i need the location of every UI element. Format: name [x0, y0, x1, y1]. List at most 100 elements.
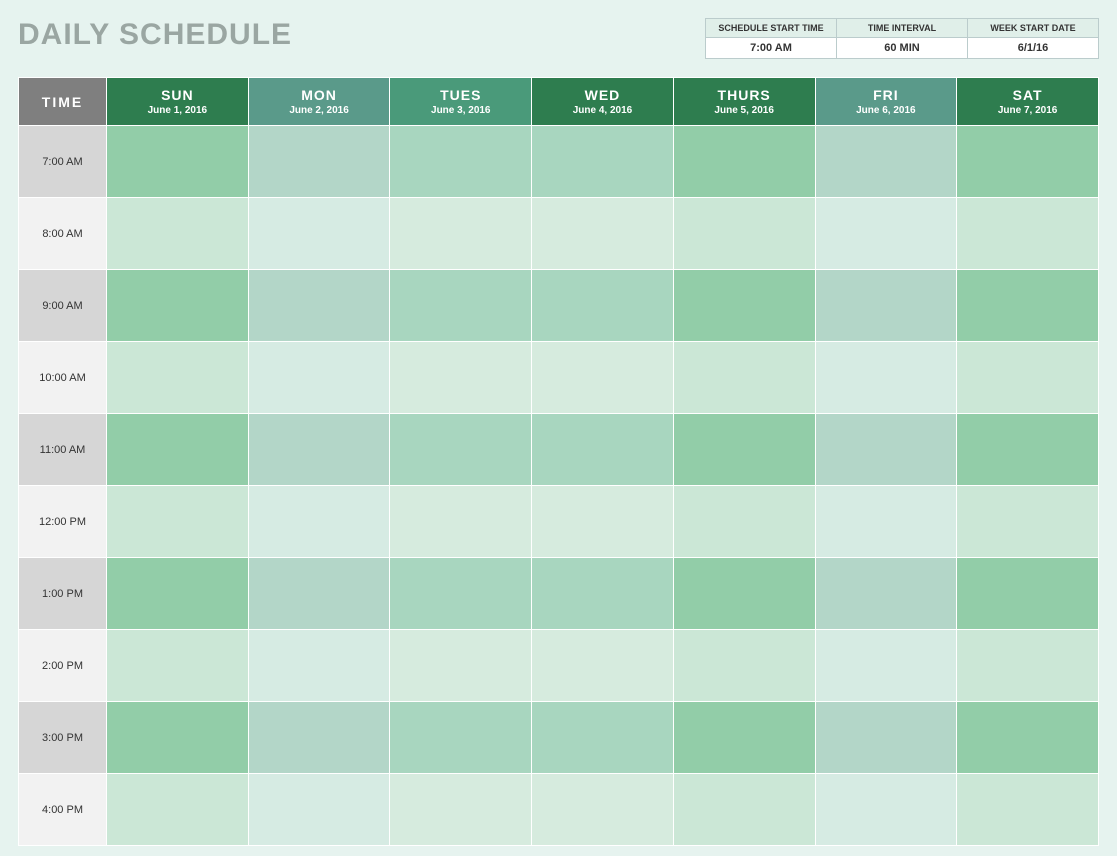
config-label: WEEK START DATE — [968, 19, 1098, 38]
time-header: TIME — [19, 78, 107, 126]
schedule-cell[interactable] — [532, 414, 674, 486]
schedule-cell[interactable] — [815, 558, 957, 630]
schedule-cell[interactable] — [957, 126, 1099, 198]
schedule-row: 8:00 AM — [19, 198, 1099, 270]
schedule-cell[interactable] — [107, 270, 249, 342]
schedule-row: 7:00 AM — [19, 126, 1099, 198]
schedule-cell[interactable] — [248, 414, 390, 486]
schedule-cell[interactable] — [815, 630, 957, 702]
schedule-cell[interactable] — [957, 414, 1099, 486]
schedule-cell[interactable] — [815, 270, 957, 342]
schedule-cell[interactable] — [390, 198, 532, 270]
schedule-cell[interactable] — [815, 702, 957, 774]
schedule-cell[interactable] — [532, 702, 674, 774]
config-interval: TIME INTERVAL 60 MIN — [837, 19, 968, 58]
schedule-cell[interactable] — [957, 342, 1099, 414]
schedule-cell[interactable] — [673, 558, 815, 630]
schedule-cell[interactable] — [532, 270, 674, 342]
schedule-cell[interactable] — [957, 558, 1099, 630]
schedule-row: 4:00 PM — [19, 774, 1099, 846]
day-name: TUES — [390, 87, 531, 103]
schedule-cell[interactable] — [815, 414, 957, 486]
schedule-cell[interactable] — [957, 774, 1099, 846]
schedule-cell[interactable] — [107, 342, 249, 414]
schedule-cell[interactable] — [673, 486, 815, 558]
schedule-cell[interactable] — [107, 126, 249, 198]
schedule-cell[interactable] — [248, 774, 390, 846]
day-name: THURS — [674, 87, 815, 103]
schedule-cell[interactable] — [532, 198, 674, 270]
config-value[interactable]: 7:00 AM — [706, 38, 836, 58]
schedule-cell[interactable] — [248, 342, 390, 414]
schedule-cell[interactable] — [957, 702, 1099, 774]
schedule-row: 1:00 PM — [19, 558, 1099, 630]
schedule-cell[interactable] — [390, 126, 532, 198]
schedule-cell[interactable] — [390, 630, 532, 702]
day-header: THURSJune 5, 2016 — [673, 78, 815, 126]
schedule-cell[interactable] — [390, 414, 532, 486]
schedule-row: 3:00 PM — [19, 702, 1099, 774]
schedule-cell[interactable] — [248, 558, 390, 630]
schedule-cell[interactable] — [673, 270, 815, 342]
schedule-cell[interactable] — [107, 486, 249, 558]
day-name: SAT — [957, 87, 1098, 103]
schedule-cell[interactable] — [673, 198, 815, 270]
schedule-cell[interactable] — [107, 414, 249, 486]
schedule-cell[interactable] — [957, 630, 1099, 702]
schedule-cell[interactable] — [673, 702, 815, 774]
schedule-cell[interactable] — [390, 270, 532, 342]
schedule-cell[interactable] — [248, 630, 390, 702]
schedule-cell[interactable] — [673, 630, 815, 702]
day-name: SUN — [107, 87, 248, 103]
config-value[interactable]: 6/1/16 — [968, 38, 1098, 58]
day-header: SATJune 7, 2016 — [957, 78, 1099, 126]
schedule-cell[interactable] — [532, 558, 674, 630]
schedule-cell[interactable] — [815, 198, 957, 270]
schedule-cell[interactable] — [532, 342, 674, 414]
schedule-cell[interactable] — [532, 486, 674, 558]
schedule-cell[interactable] — [248, 126, 390, 198]
schedule-cell[interactable] — [815, 486, 957, 558]
config-label: TIME INTERVAL — [837, 19, 967, 38]
schedule-cell[interactable] — [673, 774, 815, 846]
time-label: 12:00 PM — [19, 486, 107, 558]
schedule-cell[interactable] — [957, 270, 1099, 342]
schedule-cell[interactable] — [107, 198, 249, 270]
schedule-cell[interactable] — [390, 342, 532, 414]
schedule-cell[interactable] — [815, 342, 957, 414]
day-header: FRIJune 6, 2016 — [815, 78, 957, 126]
schedule-cell[interactable] — [390, 774, 532, 846]
schedule-cell[interactable] — [815, 126, 957, 198]
config-label: SCHEDULE START TIME — [706, 19, 836, 38]
schedule-cell[interactable] — [673, 126, 815, 198]
schedule-cell[interactable] — [248, 270, 390, 342]
schedule-cell[interactable] — [390, 702, 532, 774]
time-label: 4:00 PM — [19, 774, 107, 846]
schedule-cell[interactable] — [107, 774, 249, 846]
schedule-cell[interactable] — [815, 774, 957, 846]
schedule-cell[interactable] — [532, 126, 674, 198]
schedule-cell[interactable] — [248, 486, 390, 558]
day-date: June 2, 2016 — [249, 105, 390, 116]
schedule-cell[interactable] — [390, 486, 532, 558]
schedule-cell[interactable] — [248, 702, 390, 774]
top-bar: DAILY SCHEDULE SCHEDULE START TIME 7:00 … — [18, 18, 1099, 59]
schedule-cell[interactable] — [107, 702, 249, 774]
schedule-header: TIME SUNJune 1, 2016MON June 2, 2016TUESJ… — [19, 78, 1099, 126]
day-name: MON — [249, 87, 390, 103]
day-date: June 4, 2016 — [532, 105, 673, 116]
schedule-cell[interactable] — [957, 198, 1099, 270]
schedule-cell[interactable] — [107, 630, 249, 702]
schedule-cell[interactable] — [673, 414, 815, 486]
schedule-cell[interactable] — [532, 630, 674, 702]
schedule-cell[interactable] — [390, 558, 532, 630]
schedule-cell[interactable] — [248, 198, 390, 270]
day-header: SUNJune 1, 2016 — [107, 78, 249, 126]
schedule-cell[interactable] — [532, 774, 674, 846]
header-row: TIME SUNJune 1, 2016MON June 2, 2016TUESJ… — [19, 78, 1099, 126]
config-value[interactable]: 60 MIN — [837, 38, 967, 58]
schedule-cell[interactable] — [957, 486, 1099, 558]
schedule-cell[interactable] — [673, 342, 815, 414]
schedule-table: TIME SUNJune 1, 2016MON June 2, 2016TUESJ… — [18, 77, 1099, 846]
schedule-cell[interactable] — [107, 558, 249, 630]
